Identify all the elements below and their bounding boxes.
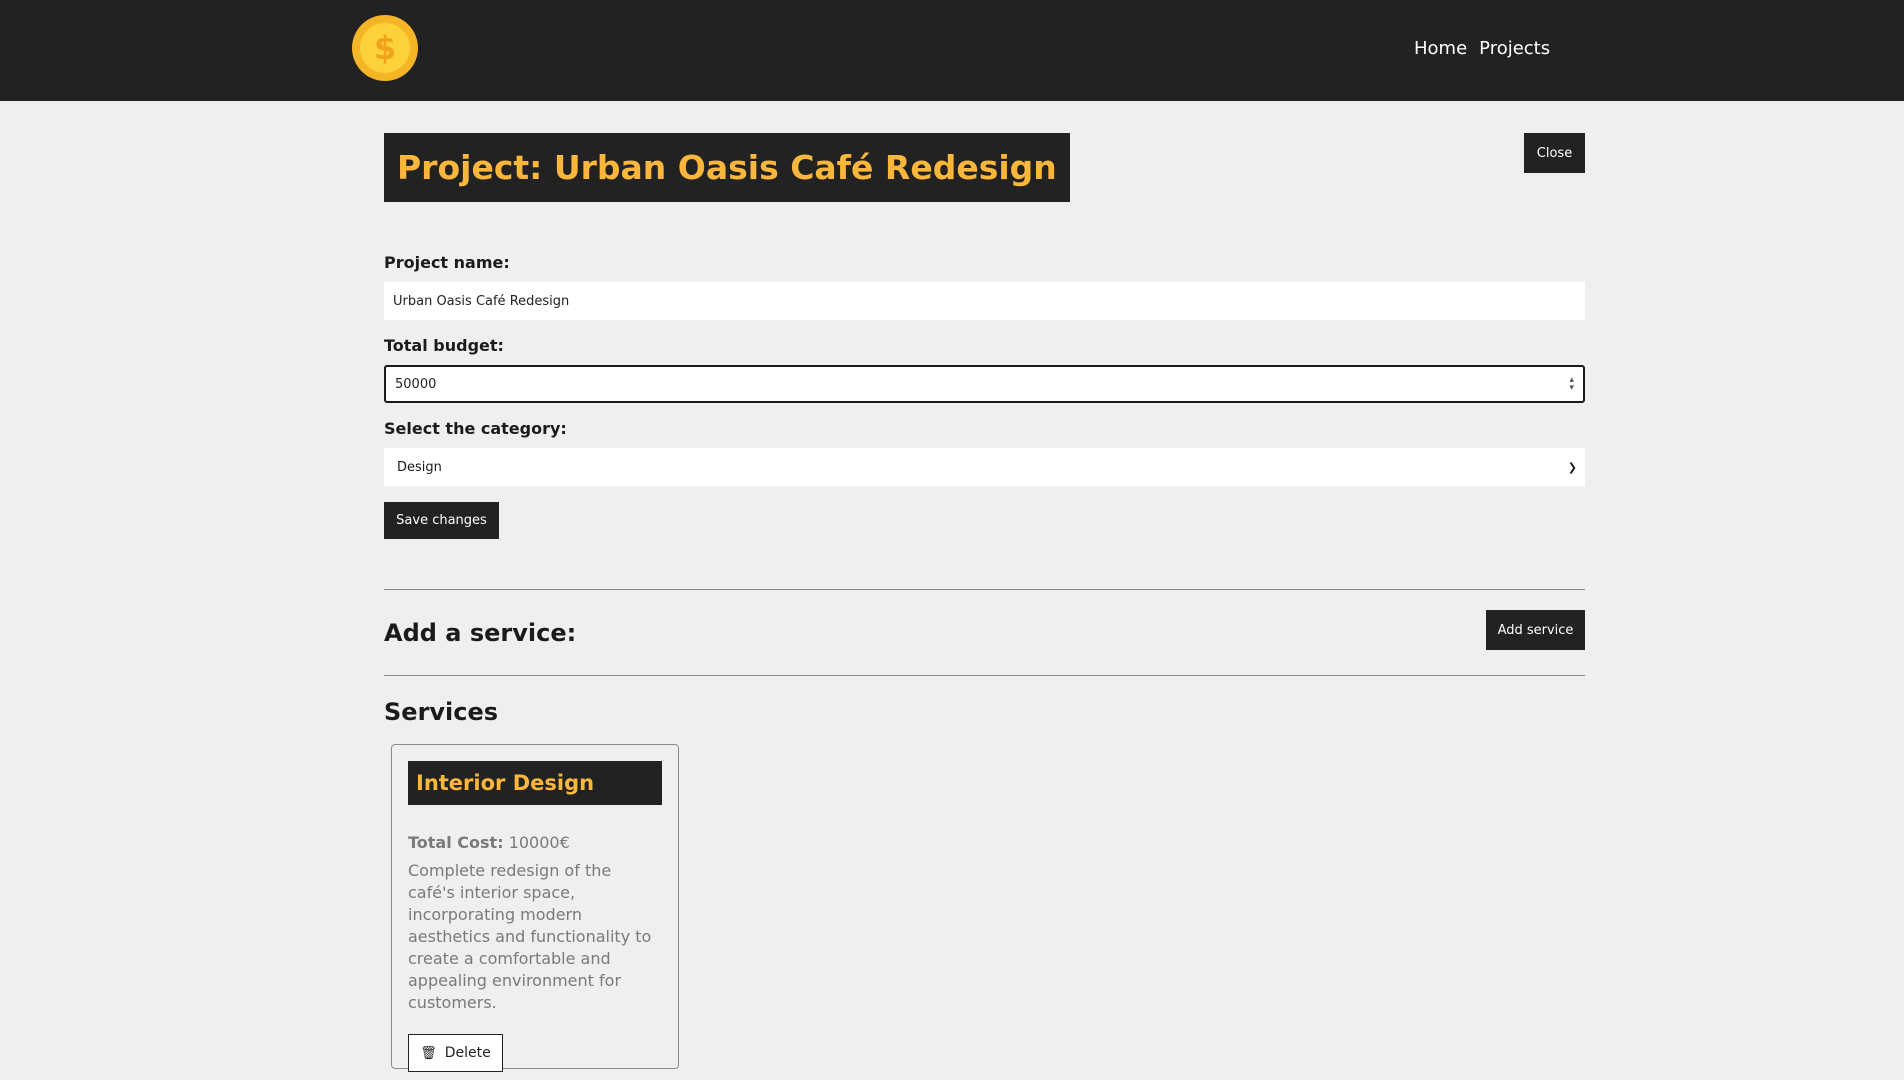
page-title: Project: Urban Oasis Café Redesign [384, 133, 1070, 202]
service-title: Interior Design [408, 761, 662, 805]
delete-label: Delete [444, 1045, 491, 1061]
budget-value: 50000 [395, 376, 437, 392]
coin-icon[interactable]: $ [352, 15, 418, 81]
trash-icon: 🗑 [420, 1045, 437, 1061]
add-service-row: Add a service: Add service [384, 590, 1585, 675]
nav-links: Home Projects [1414, 38, 1550, 59]
services-heading: Services [384, 698, 499, 726]
project-container: Project: Urban Oasis Café Redesign Close… [384, 101, 1585, 1072]
project-form: Project name: Urban Oasis Café Redesign … [384, 253, 1585, 539]
delete-button[interactable]: 🗑 Delete [408, 1034, 503, 1072]
title-row: Project: Urban Oasis Café Redesign Close [384, 101, 1585, 221]
budget-input[interactable]: 50000 ▴ ▾ [384, 365, 1585, 403]
service-card: Interior Design Total Cost: 10000€ Compl… [391, 744, 679, 1072]
service-cost-value: 10000€ [508, 833, 570, 852]
save-button[interactable]: Save changes [384, 502, 499, 539]
nav-link-projects[interactable]: Projects [1479, 38, 1550, 59]
project-name-value: Urban Oasis Café Redesign [393, 293, 570, 309]
category-value: Design [397, 459, 442, 475]
budget-field-group: Total budget: 50000 ▴ ▾ [384, 336, 1585, 403]
divider [384, 675, 1585, 676]
nav-link-home[interactable]: Home [1414, 38, 1467, 59]
add-service-heading: Add a service: [384, 619, 577, 647]
name-label: Project name: [384, 253, 510, 272]
chevron-down-icon: ❯ [1567, 460, 1577, 474]
close-button[interactable]: Close [1524, 133, 1585, 173]
project-name-input[interactable]: Urban Oasis Café Redesign [384, 282, 1585, 320]
navbar: $ Home Projects [0, 0, 1904, 101]
budget-label: Total budget: [384, 336, 504, 355]
logo-glyph: $ [360, 23, 410, 73]
add-service-button[interactable]: Add service [1486, 610, 1585, 650]
name-field-group: Project name: Urban Oasis Café Redesign [384, 253, 1585, 320]
category-field-group: Select the category: Design ❯ [384, 419, 1585, 486]
service-cost-label: Total Cost: [408, 833, 504, 852]
service-description: Complete redesign of the café's interior… [408, 861, 652, 1012]
spinner-icon[interactable]: ▴ ▾ [1569, 376, 1574, 393]
service-cost: Total Cost: 10000€ [408, 833, 662, 852]
category-label: Select the category: [384, 419, 567, 438]
category-select[interactable]: Design ❯ [384, 448, 1585, 486]
